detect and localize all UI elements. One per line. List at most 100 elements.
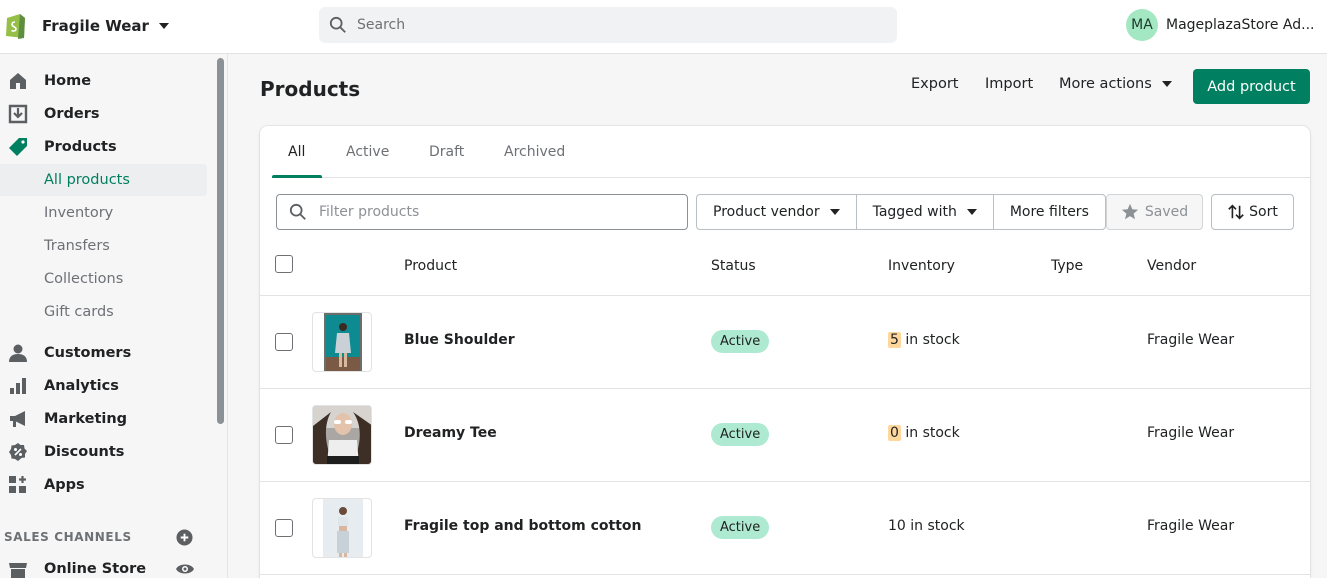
more-actions-label: More actions [1059,76,1152,92]
sidebar-item-gift-cards[interactable]: Gift cards [0,296,207,328]
export-button[interactable]: Export [911,76,958,92]
discount-icon [8,442,28,462]
sidebar-item-home[interactable]: Home [0,65,207,97]
chevron-down-icon [1161,81,1172,87]
row-checkbox[interactable] [275,426,293,444]
sidebar-item-marketing[interactable]: Marketing [0,403,207,435]
home-icon [8,71,28,91]
product-thumbnail[interactable] [312,312,372,372]
sidebar-item-label: Customers [44,345,132,361]
sidebar-item-label: Apps [44,477,85,493]
product-thumbnail[interactable] [312,405,372,465]
user-menu[interactable]: MA MageplazaStore Ad... [1126,9,1321,41]
tab-all[interactable]: All [288,144,305,160]
add-channel-plus-icon[interactable] [176,529,193,546]
sidebar-item-label: Online Store [44,561,147,577]
saved-button[interactable]: Saved [1106,194,1203,230]
sidebar-item-analytics[interactable]: Analytics [0,370,207,402]
sort-button[interactable]: Sort [1211,194,1294,230]
import-button[interactable]: Import [985,76,1033,92]
sales-channels-title: SALES CHANNELS [4,530,132,544]
store-switcher[interactable]: Fragile Wear [4,12,169,40]
eye-icon[interactable] [175,562,195,576]
sidebar-item-label: Products [44,139,117,155]
product-name[interactable]: Fragile top and bottom cotton [404,518,642,534]
table-row [260,574,1310,578]
page-title: Products [260,77,361,101]
product-name[interactable]: Dreamy Tee [404,425,497,441]
row-checkbox[interactable] [275,519,293,537]
column-header-status[interactable]: Status [711,258,756,274]
row-checkbox[interactable] [275,333,293,351]
filter-label: Product vendor [713,204,820,220]
sort-label: Sort [1249,204,1278,220]
add-product-button[interactable]: Add product [1193,69,1310,104]
tagged-with-filter[interactable]: Tagged with [857,195,994,229]
tag-icon [8,137,28,157]
status-badge: Active [711,516,770,539]
vendor-cell: Fragile Wear [1147,425,1235,441]
table-row[interactable]: Fragile top and bottom cotton Active 10 … [260,481,1310,574]
sidebar-item-collections[interactable]: Collections [0,263,207,295]
tab-draft[interactable]: Draft [429,144,464,160]
filter-label: More filters [1009,204,1089,220]
table-row[interactable]: Dreamy Tee Active 0 in stock Fragile Wea… [260,388,1310,481]
search-icon [329,16,346,33]
products-card: All Active Draft Archived Filter product… [260,126,1310,578]
column-header-vendor[interactable]: Vendor [1147,258,1196,274]
sidebar-item-all-products[interactable]: All products [0,164,207,196]
tab-active[interactable]: Active [346,144,389,160]
sidebar-item-label: Home [44,73,92,89]
sidebar-item-transfers[interactable]: Transfers [0,230,207,262]
tab-archived[interactable]: Archived [504,144,565,160]
avatar[interactable]: MA [1126,9,1158,41]
sidebar-scrollbar[interactable] [217,58,224,424]
sidebar-item-customers[interactable]: Customers [0,337,207,369]
sidebar-item-inventory[interactable]: Inventory [0,197,207,229]
more-filters-button[interactable]: More filters [994,195,1105,229]
column-header-product[interactable]: Product [404,258,457,274]
orders-icon [8,104,28,124]
sidebar-item-discounts[interactable]: Discounts [0,436,207,468]
product-image [324,313,362,371]
sidebar-item-label: Marketing [44,411,128,427]
select-all-checkbox[interactable] [275,255,293,273]
global-search[interactable]: Search [319,7,897,43]
sidebar-item-label: Collections [44,271,124,287]
sidebar-item-products[interactable]: Products [0,131,207,163]
table-row[interactable]: Blue Shoulder Active 5 in stock Fragile … [260,295,1310,388]
sidebar-item-label: Gift cards [44,304,114,320]
sidebar-item-label: Orders [44,106,100,122]
product-vendor-filter[interactable]: Product vendor [697,195,857,229]
bar-chart-icon [8,376,28,396]
inventory-cell: 0 in stock [888,425,960,441]
column-header-type[interactable]: Type [1051,258,1083,274]
filter-button-group: Product vendor Tagged with More filters [696,194,1106,230]
product-name[interactable]: Blue Shoulder [404,332,515,348]
store-icon [8,559,28,578]
more-actions-button[interactable]: More actions [1059,76,1172,92]
filter-products-input[interactable]: Filter products [276,194,688,230]
apps-icon [8,475,28,495]
status-tabs: All Active Draft Archived [272,126,1310,178]
inventory-suffix: in stock [900,425,960,441]
sidebar-item-orders[interactable]: Orders [0,98,207,130]
shopify-logo-icon [6,14,25,39]
top-bar: Fragile Wear Search MA MageplazaStore Ad… [0,0,1327,54]
star-icon [1121,203,1138,220]
sidebar-item-label: All products [44,172,130,188]
active-tab-indicator [272,175,322,178]
product-image [313,406,371,464]
product-thumbnail[interactable] [312,498,372,558]
sidebar-item-apps[interactable]: Apps [0,469,207,501]
column-header-inventory[interactable]: Inventory [888,258,955,274]
filter-placeholder: Filter products [319,204,420,220]
product-image [323,499,363,557]
user-name[interactable]: MageplazaStore Ad... [1166,17,1321,33]
inventory-count: 0 [888,425,901,441]
store-name[interactable]: Fragile Wear [42,17,149,35]
chevron-down-icon [829,209,840,215]
inventory-suffix: in stock [900,332,960,348]
sort-icon [1228,204,1244,220]
search-icon [289,203,306,220]
